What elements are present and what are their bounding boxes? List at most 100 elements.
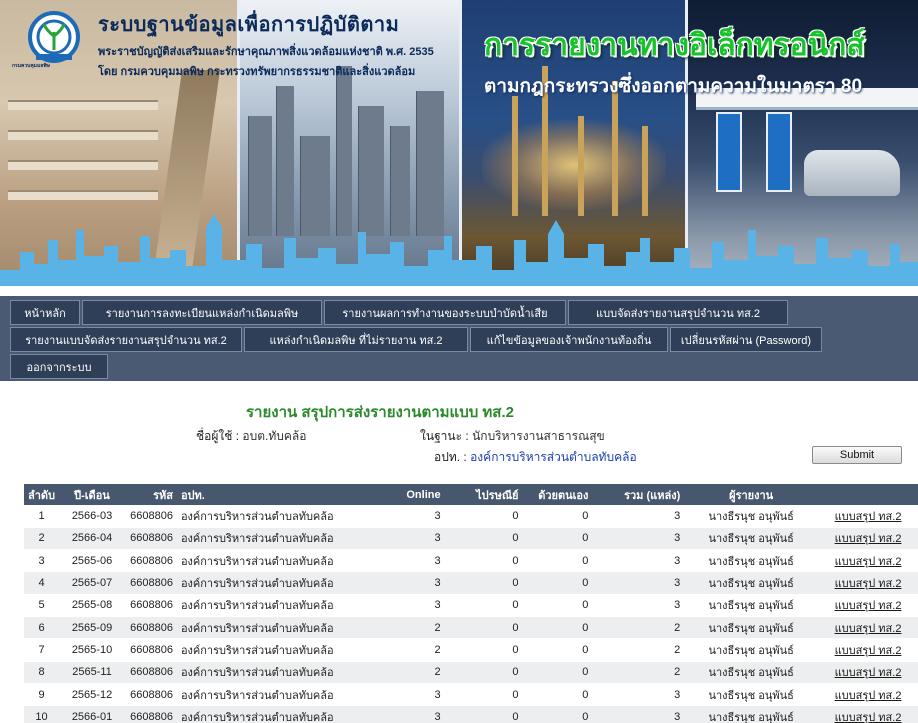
cell-self: 0 [522,705,593,723]
ts2-summary-link[interactable]: แบบสรุป ทส.2 [835,600,902,612]
col-online: Online [380,484,445,505]
ts2-summary-link[interactable]: แบบสรุป ทส.2 [835,578,902,590]
cell-no: 10 [24,705,60,723]
table-row: 6 2565-09 6608806 องค์การบริหารส่วนตำบลทับค… [24,616,918,640]
cell-year-month: 2565-08 [59,594,125,617]
ts2-summary-link[interactable]: แบบสรุป ทส.2 [835,667,902,679]
cell-post: 0 [444,638,523,662]
cell-online: 2 [380,616,445,640]
ts2-summary-link[interactable]: แบบสรุป ทส.2 [835,533,902,545]
nav-logout[interactable]: ออกจากระบบ [10,354,108,379]
nav-non-reporting-sources[interactable]: แหล่งกำเนิดมลพิษ ที่ไม่รายงาน ทส.2 [244,327,468,352]
cell-online: 2 [380,661,445,684]
table-row: 1 2566-03 6608806 องค์การบริหารส่วนตำบลทับค… [24,505,918,528]
cell-self: 0 [522,638,593,662]
cell-no: 7 [24,638,60,662]
nav-wastewater-system-report[interactable]: รายงานผลการทำงานของระบบบำบัดน้ำเสีย [324,300,566,325]
cell-post: 0 [444,527,523,551]
cell-form-link: แบบสรุป ทส.2 [818,661,918,684]
site-subtitle-agency: โดย กรมควบคุมมลพิษ กระทรวงทรัพยากรธรรมชา… [98,66,416,78]
cell-self: 0 [522,683,593,707]
ts2-summary-link[interactable]: แบบสรุป ทส.2 [835,556,902,568]
cell-org: องค์การบริหารส่วนตำบลทับคล้อ [176,638,381,662]
cell-online: 3 [380,527,445,551]
cell-online: 3 [380,505,445,528]
cell-self: 0 [522,594,593,617]
ts2-summary-link[interactable]: แบบสรุป ทส.2 [835,645,902,657]
ts2-summary-link[interactable]: แบบสรุป ทส.2 [835,712,902,723]
cell-year-month: 2566-03 [59,505,125,528]
nav-source-registration-report[interactable]: รายงานการลงทะเบียนแหล่งกำเนิดมลพิษ [82,300,322,325]
cell-total: 3 [592,549,685,573]
nav-change-password[interactable]: เปลี่ยนรหัสผ่าน (Password) [670,327,822,352]
cell-reporter: นางธีรนุช อนุพันธ์ [684,683,819,707]
table-row: 3 2565-06 6608806 องค์การบริหารส่วนตำบลทับค… [24,549,918,573]
ts2-summary-link[interactable]: แบบสรุป ทส.2 [835,511,902,523]
submit-button[interactable]: Submit [812,446,902,464]
table-row: 2 2566-04 6608806 องค์การบริหารส่วนตำบลทับค… [24,527,918,551]
cell-online: 2 [380,638,445,662]
apt-value: องค์การบริหารส่วนตำบลทับคล้อ [470,450,637,464]
cell-reporter: นางธีรนุช อนุพันธ์ [684,505,819,528]
cell-form-link: แบบสรุป ทส.2 [818,505,918,528]
cell-post: 0 [444,705,523,723]
cell-post: 0 [444,683,523,707]
cell-year-month: 2565-11 [59,661,125,684]
nav-home[interactable]: หน้าหลัก [10,300,80,325]
col-form [818,484,918,505]
role-info: ในฐานะ : นักบริหารงานสาธารณสุข [420,427,605,446]
table-header-row: ลำดับ ปี-เดือน รหัส อปท. Online ไปรษณีย์… [24,484,918,505]
ts2-summary-link[interactable]: แบบสรุป ทส.2 [835,623,902,635]
cell-post: 0 [444,616,523,640]
cell-reporter: นางธีรนุช อนุพันธ์ [684,594,819,617]
ts2-summary-link[interactable]: แบบสรุป ทส.2 [835,690,902,702]
nav-ts2-summary-form[interactable]: แบบจัดส่งรายงานสรุปจำนวน ทส.2 [568,300,788,325]
cell-form-link: แบบสรุป ทส.2 [818,705,918,723]
role-label: ในฐานะ : [420,429,469,443]
cell-no: 3 [24,549,60,573]
main-title: การรายงานทางอิเล็กทรอนิกส์ [484,29,865,62]
cell-self: 0 [522,527,593,551]
role-value: นักบริหารงานสาธารณสุข [472,429,605,443]
apt-label: อปท. : [434,450,467,464]
nav-ts2-summary-report[interactable]: รายงานแบบจัดส่งรายงานสรุปจำนวน ทส.2 [10,327,242,352]
cell-code: 6608806 [124,527,177,551]
cell-org: องค์การบริหารส่วนตำบลทับคล้อ [176,683,381,707]
cell-online: 3 [380,683,445,707]
cell-year-month: 2565-10 [59,638,125,662]
cell-code: 6608806 [124,594,177,617]
col-total: รวม (แหล่ง) [592,484,685,505]
cell-online: 3 [380,571,445,595]
table-row: 9 2565-12 6608806 องค์การบริหารส่วนตำบลทับค… [24,683,918,707]
nav-row-3: ออกจากระบบ [10,354,918,379]
cell-online: 3 [380,549,445,573]
cell-code: 6608806 [124,549,177,573]
cell-no: 6 [24,616,60,640]
main-subtitle: ตามกฎกระทรวงซึ่งออกตามความในมาตรา 80 [484,76,863,97]
col-year-month: ปี-เดือน [59,484,125,505]
cell-no: 2 [24,527,60,551]
cell-reporter: นางธีรนุช อนุพันธ์ [684,705,819,723]
user-info: ชื่อผู้ใช้ : อบต.ทับคล้อ [196,427,306,446]
site-subtitle-act: พระราชบัญญัติส่งเสริมและรักษาคุณภาพสิ่งแ… [98,46,434,58]
col-org: อปท. [176,484,381,505]
cell-year-month: 2565-07 [59,571,125,595]
cell-post: 0 [444,549,523,573]
cell-code: 6608806 [124,661,177,684]
cell-year-month: 2566-01 [59,705,125,723]
col-post: ไปรษณีย์ [444,484,523,505]
cell-self: 0 [522,505,593,528]
cell-self: 0 [522,661,593,684]
cell-org: องค์การบริหารส่วนตำบลทับคล้อ [176,571,381,595]
main-title-block: การรายงานทางอิเล็กทรอนิกส์ ตามกฎกระทรวงซ… [484,22,865,101]
cell-no: 9 [24,683,60,707]
cell-total: 2 [592,638,685,662]
cell-code: 6608806 [124,683,177,707]
cell-org: องค์การบริหารส่วนตำบลทับคล้อ [176,705,381,723]
nav-edit-officer-info[interactable]: แก้ไขข้อมูลของเจ้าพนักงานท้องถิ่น [470,327,668,352]
cell-post: 0 [444,594,523,617]
cell-year-month: 2565-12 [59,683,125,707]
cell-year-month: 2565-06 [59,549,125,573]
cell-total: 3 [592,527,685,551]
cell-org: องค์การบริหารส่วนตำบลทับคล้อ [176,549,381,573]
